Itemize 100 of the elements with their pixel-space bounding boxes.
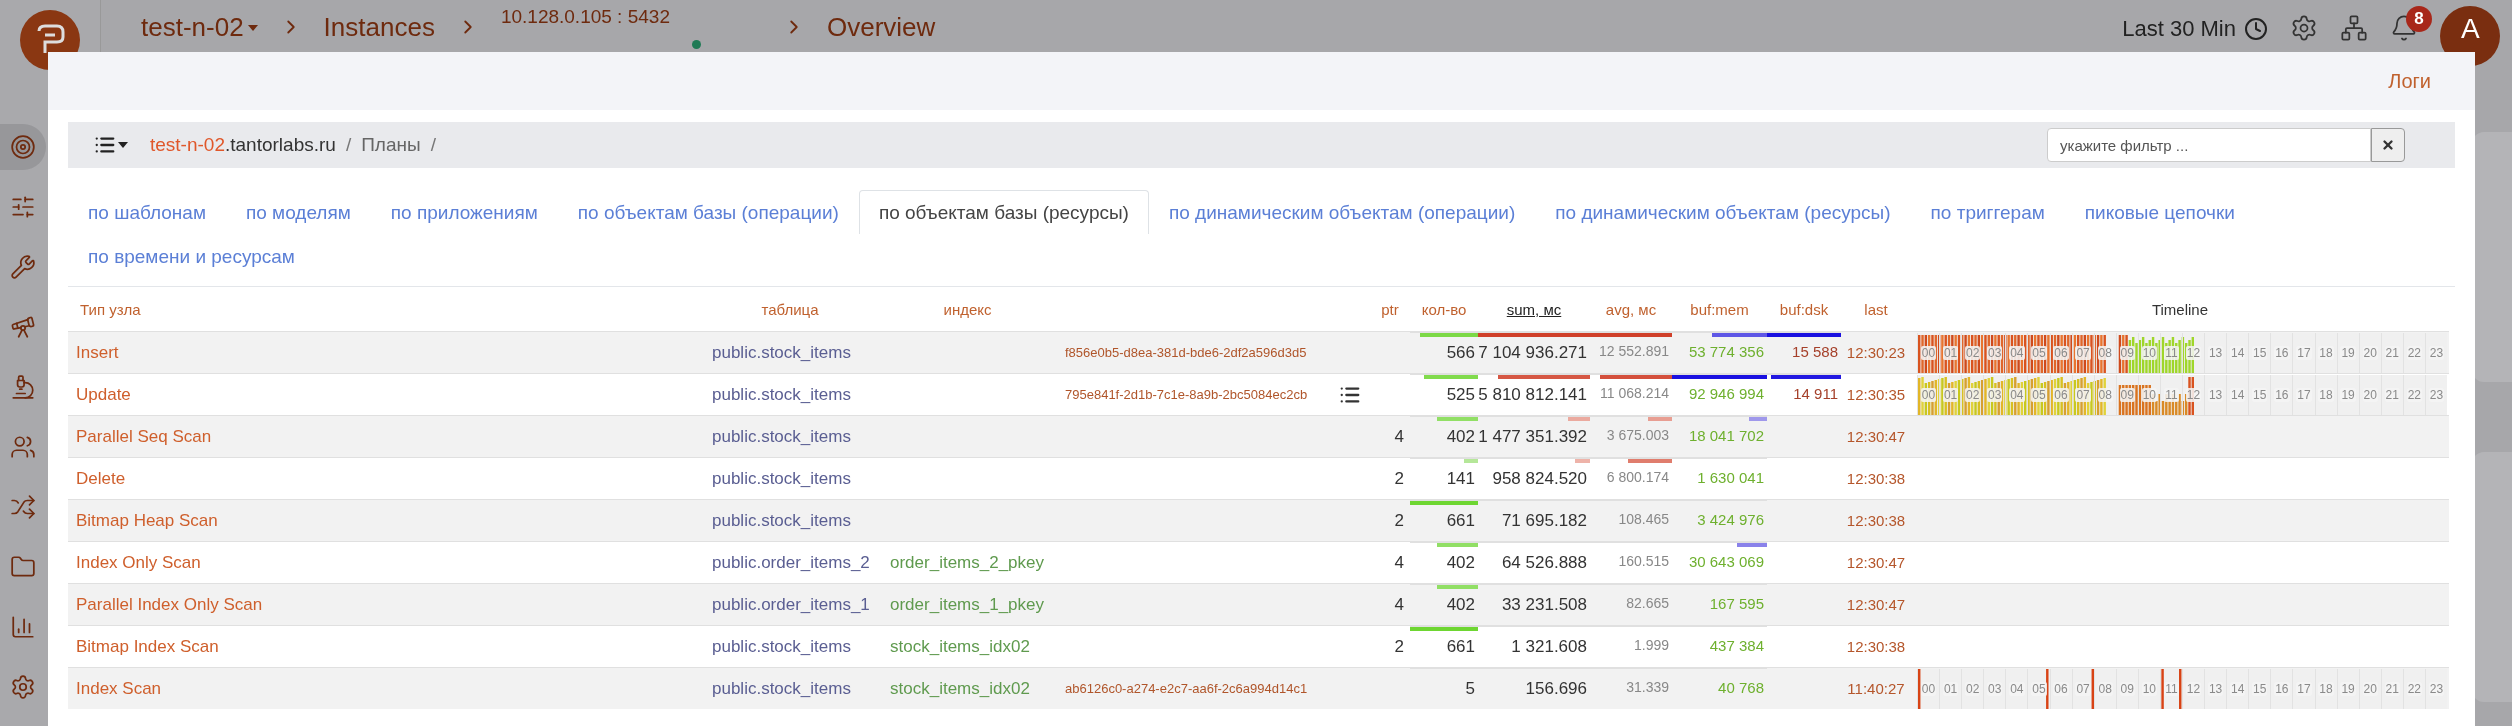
- section-link[interactable]: Планы: [361, 134, 421, 156]
- column-header[interactable]: sum, мс: [1506, 300, 1562, 318]
- column-header[interactable]: Timeline: [2151, 300, 2209, 318]
- hour-label: 13: [2207, 681, 2224, 696]
- caret-icon: [247, 24, 258, 31]
- hour-label: 21: [2384, 345, 2400, 360]
- column-header[interactable]: таблица: [761, 300, 819, 318]
- close-icon: [2381, 138, 2395, 152]
- column-header[interactable]: кол-во: [1421, 300, 1467, 318]
- metric-value: 7 104 936.271: [1478, 343, 1587, 363]
- telescope-icon: [10, 314, 36, 340]
- network-icon[interactable]: [2340, 14, 2368, 42]
- settings-icon[interactable]: [2290, 14, 2318, 42]
- ptr-value: 4: [1394, 426, 1404, 447]
- node-type-link[interactable]: Bitmap Heap Scan: [76, 510, 218, 531]
- clear-button[interactable]: [2371, 128, 2405, 162]
- node-type-link[interactable]: Parallel Seq Scan: [76, 426, 212, 447]
- table-name: public.order_items_2: [712, 552, 870, 573]
- table-name: public.stock_items: [712, 384, 851, 405]
- last-time: 12:30:47: [1846, 428, 1906, 445]
- hour-label: 16: [2274, 387, 2290, 402]
- hour-label: 16: [2274, 681, 2290, 696]
- metric-value: 6 800.174: [1606, 469, 1669, 485]
- logs-link[interactable]: Логи: [2388, 69, 2431, 93]
- index-name: stock_items_idx02: [890, 678, 1030, 699]
- table-name: public.stock_items: [712, 678, 851, 699]
- metric-value: 156.696: [1525, 679, 1587, 699]
- status-dot: [691, 40, 701, 49]
- hour-label: 15: [2252, 387, 2268, 402]
- hour-label: 10: [2141, 387, 2158, 402]
- metric-value: 1 321.608: [1511, 637, 1587, 657]
- query-id-link[interactable]: f856e0b5-d8ea-381d-bde6-2df2a596d3d5: [1065, 345, 1307, 360]
- metric-value: 40 768: [1718, 679, 1764, 696]
- metric-value: 71 695.182: [1501, 511, 1587, 531]
- period-selector[interactable]: Last 30 Min: [2122, 16, 2268, 42]
- query-id-link[interactable]: ab6126c0-a274-e2c7-aa6f-2c6a994d14c1: [1065, 681, 1308, 696]
- filter-field[interactable]: укажите фильтр ...: [2047, 128, 2371, 162]
- metric-value: 402: [1446, 427, 1475, 447]
- hour-label: 14: [2230, 681, 2246, 696]
- hour-label: 14: [2230, 345, 2246, 360]
- last-time: 11:40:27: [1847, 680, 1905, 697]
- column-header[interactable]: buf:mem: [1690, 300, 1749, 318]
- column-header[interactable]: индекс: [943, 300, 992, 318]
- breadcrumb-link[interactable]: Overview: [826, 12, 936, 43]
- sidebar-item[interactable]: [0, 124, 46, 170]
- table-name: public.stock_items: [712, 510, 851, 531]
- hour-label: 13: [2207, 345, 2224, 360]
- node-type-link[interactable]: Update: [76, 384, 131, 405]
- metric-value: 1 477 351.392: [1478, 427, 1587, 447]
- breadcrumb-link[interactable]: Instances: [323, 12, 435, 43]
- hour-label: 12: [2185, 681, 2202, 696]
- hour-label: 07: [2075, 345, 2091, 360]
- metric-value: 1.999: [1633, 637, 1669, 653]
- host-link[interactable]: test-n-02.tantorlabs.ru: [150, 134, 336, 156]
- hour-label: 08: [2097, 681, 2113, 696]
- node-type-link[interactable]: Index Only Scan: [76, 552, 201, 573]
- node-type-link[interactable]: Index Scan: [76, 678, 162, 699]
- hour-label: 18: [2318, 387, 2334, 402]
- breadcrumb-link[interactable]: 10.128.0.105 : 5432: [500, 6, 670, 28]
- tab[interactable]: по объектам базы (ресурсы): [858, 190, 1149, 234]
- caret-icon: [118, 142, 128, 148]
- users-icon: [10, 434, 36, 460]
- ptr-value: 2: [1394, 510, 1404, 531]
- hour-label: 11: [2164, 681, 2179, 696]
- node-type-link[interactable]: Parallel Index Only Scan: [76, 594, 263, 615]
- metric-value: 402: [1446, 553, 1475, 573]
- ptr-value: 2: [1394, 636, 1404, 657]
- metric-value: 5: [1465, 679, 1475, 699]
- hour-label: 09: [2119, 681, 2135, 696]
- metric-value: 525: [1446, 385, 1475, 405]
- column-header[interactable]: avg, мс: [1605, 300, 1657, 318]
- hour-label: 20: [2362, 387, 2378, 402]
- metric-value: 30 643 069: [1688, 553, 1764, 570]
- column-header[interactable]: ptr: [1381, 300, 1399, 318]
- metric-value: 53 774 356: [1688, 343, 1764, 360]
- table-name: public.stock_items: [712, 426, 851, 447]
- column-header[interactable]: Тип узла: [80, 300, 141, 318]
- hour-label: 02: [1965, 345, 1981, 360]
- node-type-link[interactable]: Insert: [76, 342, 119, 363]
- column-header[interactable]: last: [1864, 300, 1888, 318]
- hour-label: 04: [2009, 681, 2025, 696]
- node-type-link[interactable]: Delete: [76, 468, 126, 489]
- node-type-link[interactable]: Bitmap Index Scan: [76, 636, 219, 657]
- hour-label: 12: [2185, 387, 2202, 402]
- column-header[interactable]: buf:dsk: [1779, 300, 1829, 318]
- hour-label: 22: [2406, 681, 2423, 696]
- table-name: public.stock_items: [712, 636, 851, 657]
- hour-label: 17: [2296, 345, 2312, 360]
- metric-value: 3 675.003: [1606, 427, 1669, 443]
- hour-label: 00: [1920, 345, 1937, 360]
- metric-value: 141: [1446, 469, 1475, 489]
- metric-value: 14 911: [1793, 385, 1838, 402]
- hour-label: 23: [2428, 681, 2445, 696]
- hour-label: 01: [1942, 681, 1959, 696]
- metric-value: 15 588: [1792, 343, 1838, 360]
- metric-value: 5 810 812.141: [1478, 385, 1587, 405]
- project-selector[interactable]: test-n-02: [141, 12, 258, 43]
- metric-value: 18 041 702: [1688, 427, 1764, 444]
- query-id-link[interactable]: 795e841f-2d1b-7c1e-8a9b-2bc5084ec2cb: [1065, 387, 1308, 402]
- metric-value: 402: [1446, 595, 1475, 615]
